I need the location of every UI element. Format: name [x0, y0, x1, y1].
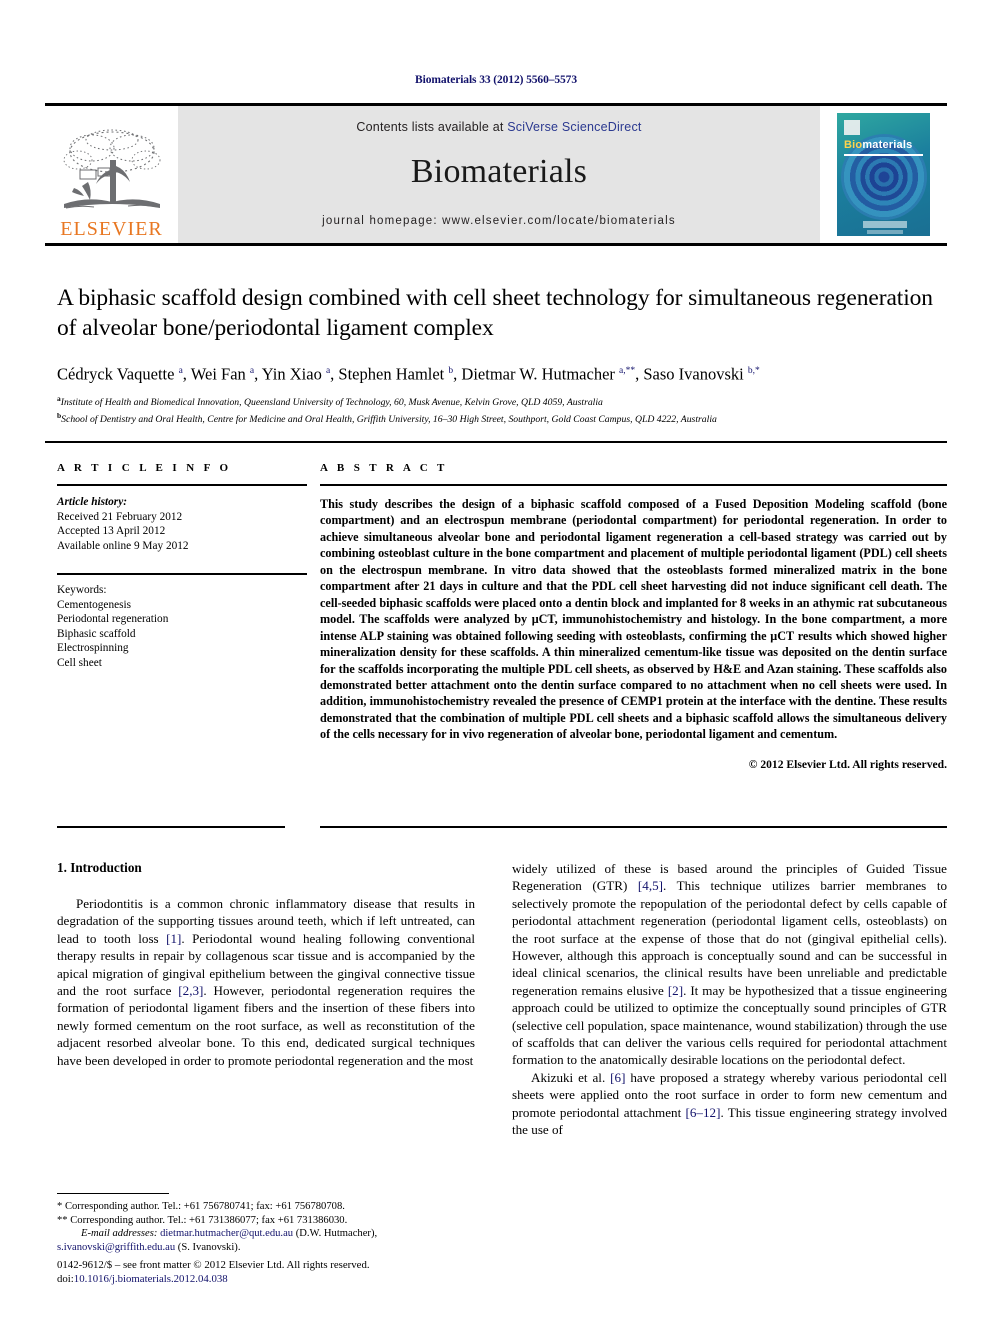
- contents-prefix: Contents lists available at: [356, 120, 508, 134]
- abstract-column: A B S T R A C T This study describes the…: [320, 462, 947, 771]
- keyword-item: Cell sheet: [57, 656, 102, 669]
- cover-footer-bar-secondary: [867, 230, 903, 234]
- article-history-block: Article history: Received 21 February 20…: [57, 495, 307, 553]
- masthead-center-panel: Contents lists available at SciVerse Sci…: [178, 106, 820, 243]
- article-history-accepted: Accepted 13 April 2012: [57, 525, 166, 538]
- keyword-item: Electrospinning: [57, 642, 129, 655]
- article-info-heading: A R T I C L E I N F O: [57, 462, 232, 474]
- email-addresses-label: E-mail addresses:: [81, 1228, 158, 1240]
- abstract-text: This study describes the design of a bip…: [320, 497, 947, 742]
- affiliation-item: bSchool of Dentistry and Oral Health, Ce…: [57, 410, 717, 425]
- cover-title-bio: Bio: [844, 139, 863, 151]
- citation-ref[interactable]: [2]: [668, 983, 683, 998]
- masthead-bottom-rule: [45, 243, 947, 246]
- journal-cover-container: Biomaterials: [820, 106, 947, 243]
- email-owner-hutmacher: (D.W. Hutmacher),: [295, 1228, 378, 1240]
- keywords-block: Keywords: Cementogenesis Periodontal reg…: [57, 583, 307, 671]
- article-page: Biomaterials 33 (2012) 5560–5573 ELSEVIE…: [0, 0, 992, 1323]
- abstract-heading: A B S T R A C T: [320, 462, 448, 474]
- doi-label: doi:: [57, 1273, 74, 1285]
- abstract-copyright: © 2012 Elsevier Ltd. All rights reserved…: [748, 757, 947, 771]
- imprint-front-matter: 0142-9612/$ – see front matter © 2012 El…: [57, 1259, 370, 1271]
- title-bottom-rule: [45, 441, 947, 443]
- keyword-item: Biphasic scaffold: [57, 627, 136, 640]
- article-history-label: Article history:: [57, 496, 127, 508]
- sciencedirect-link[interactable]: SciVerse ScienceDirect: [507, 120, 641, 134]
- elsevier-tree-icon: [63, 129, 160, 209]
- abstract-bottom-rule: [320, 826, 947, 828]
- article-info-rule: [57, 484, 307, 486]
- section-heading-introduction: 1. Introduction: [57, 860, 142, 875]
- intro-paragraph-left: Periodontitis is a common chronic inflam…: [57, 895, 475, 1069]
- citation-ref[interactable]: [2,3]: [178, 983, 203, 998]
- page-title: A biphasic scaffold design combined with…: [57, 285, 933, 341]
- doi-link[interactable]: 10.1016/j.biomaterials.2012.04.038: [74, 1273, 228, 1285]
- footnote-corresponding-2: ** Corresponding author. Tel.: +61 73138…: [57, 1214, 348, 1226]
- running-head: Biomaterials 33 (2012) 5560–5573: [415, 74, 577, 86]
- info-bottom-rule: [57, 826, 285, 828]
- abstract-rule: [320, 484, 947, 486]
- imprint-doi: doi:10.1016/j.biomaterials.2012.04.038: [57, 1272, 487, 1286]
- citation-ref[interactable]: [6]: [610, 1070, 625, 1085]
- elsevier-wordmark: ELSEVIER: [60, 218, 163, 240]
- email-owner-ivanovski: (S. Ivanovski).: [177, 1241, 241, 1253]
- cover-divider: [844, 154, 923, 156]
- citation-ref[interactable]: [6–12]: [686, 1105, 721, 1120]
- keyword-item: Periodontal regeneration: [57, 613, 169, 626]
- email-link-hutmacher[interactable]: dietmar.hutmacher@qut.edu.au: [160, 1228, 293, 1239]
- keyword-item: Cementogenesis: [57, 598, 132, 611]
- keywords-rule: [57, 573, 307, 575]
- footnote-rule: [57, 1193, 169, 1195]
- affiliation-list: aInstitute of Health and Biomedical Inno…: [57, 393, 945, 427]
- intro-right2-text-a: Akizuki et al.: [531, 1069, 611, 1085]
- title-block: A biphasic scaffold design combined with…: [57, 283, 945, 427]
- journal-cover-thumbnail[interactable]: Biomaterials: [837, 113, 930, 236]
- body-column-right: widely utilized of these is based around…: [512, 860, 947, 1139]
- author-list: Cédryck Vaquette a, Wei Fan a, Yin Xiao …: [57, 364, 760, 384]
- body-column-left: 1. Introduction Periodontitis is a commo…: [57, 860, 475, 1069]
- footnote-emails: E-mail addresses: dietmar.hutmacher@qut.…: [57, 1227, 475, 1254]
- footnote-block: * Corresponding author. Tel.: +61 756780…: [57, 1193, 475, 1254]
- journal-title: Biomaterials: [410, 153, 588, 190]
- footnote-corresponding-1: * Corresponding author. Tel.: +61 756780…: [57, 1201, 345, 1213]
- intro-paragraph-right-1: widely utilized of these is based around…: [512, 860, 947, 1069]
- citation-ref[interactable]: [1]: [166, 931, 181, 946]
- cover-title-rest: materials: [862, 139, 913, 151]
- cover-footer-bar: [863, 221, 907, 228]
- keywords-label: Keywords:: [57, 583, 107, 596]
- cover-journal-title: Biomaterials: [844, 139, 912, 151]
- contents-available-line: Contents lists available at SciVerse Sci…: [356, 120, 641, 134]
- article-history-online: Available online 9 May 2012: [57, 539, 189, 552]
- email-link-ivanovski[interactable]: s.ivanovski@griffith.edu.au: [57, 1242, 175, 1253]
- journal-homepage-line[interactable]: journal homepage: www.elsevier.com/locat…: [322, 215, 676, 227]
- cover-elsevier-mark-icon: [844, 120, 860, 135]
- intro-right-text-b: . This technique utilizes barrier membra…: [512, 878, 947, 998]
- article-info-column: A R T I C L E I N F O Article history: R…: [57, 462, 307, 671]
- journal-masthead: ELSEVIER Contents lists available at Sci…: [45, 103, 947, 243]
- citation-ref[interactable]: [4,5]: [638, 878, 663, 893]
- imprint-block: 0142-9612/$ – see front matter © 2012 El…: [57, 1258, 487, 1286]
- intro-paragraph-right-2: Akizuki et al. [6] have proposed a strat…: [512, 1069, 947, 1139]
- article-history-received: Received 21 February 2012: [57, 510, 183, 523]
- publisher-logo: ELSEVIER: [45, 106, 178, 243]
- affiliation-item: aInstitute of Health and Biomedical Inno…: [57, 393, 603, 408]
